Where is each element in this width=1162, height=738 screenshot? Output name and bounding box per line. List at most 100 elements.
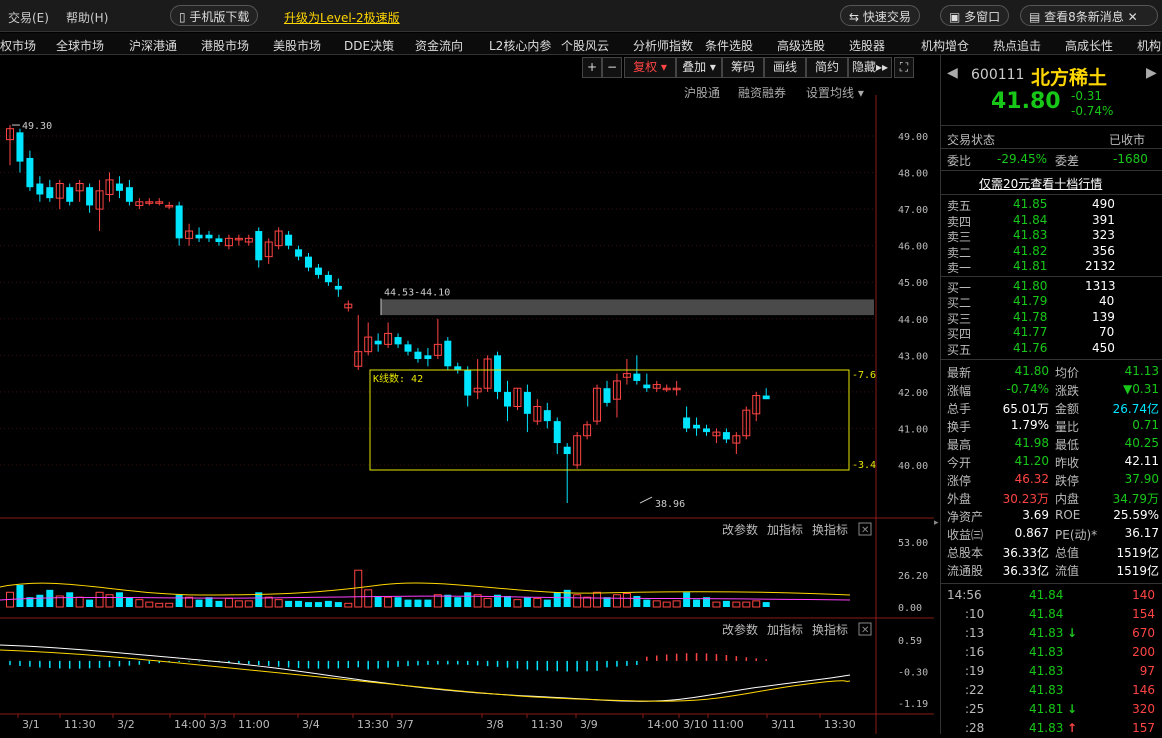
upgrade-link[interactable]: 升级为Level-2极速版: [284, 9, 400, 26]
macd-panel-link-2: 换指标: [812, 622, 848, 637]
volume-bar: [244, 600, 253, 608]
ask-row[interactable]: 卖二 41.82 356: [941, 243, 1162, 260]
nav-item[interactable]: 条件选股: [705, 37, 753, 54]
stat-row: 涨停 46.32 跌停 37.90: [941, 472, 1162, 489]
candle-body: [404, 344, 412, 352]
arrow-down-icon: ↓: [1067, 626, 1078, 640]
candle-body: [494, 355, 502, 392]
level2-promo-link[interactable]: 仅需20元查看十档行情: [979, 175, 1102, 192]
nav-item[interactable]: 美股市场: [273, 37, 321, 54]
nav-item[interactable]: 分析师指数: [633, 37, 693, 54]
volume-ma-yellow: [0, 582, 851, 596]
gap-band: [381, 299, 874, 316]
ask-row[interactable]: 卖一 41.81 2132: [941, 259, 1162, 275]
volume-bar: [693, 599, 701, 607]
zoom-out-button[interactable]: −: [602, 57, 622, 78]
ask-row[interactable]: 卖三 41.83 323: [941, 228, 1162, 244]
bid-label: 买五: [947, 342, 972, 357]
overlay-button[interactable]: 叠加 ▾: [676, 57, 722, 78]
ask-label: 卖四: [947, 214, 972, 229]
ask-volume: 356: [1092, 243, 1115, 258]
high-price-label: 49.30: [22, 121, 52, 132]
ma-settings-link[interactable]: 设置均线 ▾: [806, 84, 864, 101]
nav-item[interactable]: DDE决策: [344, 37, 394, 54]
nav-item[interactable]: 高级选股: [777, 37, 825, 54]
stat-row: 净资产 3.69 ROE 25.59%: [941, 508, 1162, 525]
multi-window-button[interactable]: ▣ 多窗口: [940, 5, 1010, 26]
nav-item[interactable]: 权市场: [0, 37, 36, 54]
nav-item[interactable]: 港股市场: [201, 37, 249, 54]
nav-item[interactable]: L2核心内参: [489, 37, 551, 54]
time-axis-label: 3/4: [302, 718, 320, 731]
mobile-download-button[interactable]: ▯ 手机版下载: [170, 5, 259, 26]
hide-button[interactable]: 隐藏▸▸: [848, 57, 892, 78]
bid-row[interactable]: 买二 41.79 40: [941, 294, 1162, 310]
hgt-link[interactable]: 沪股通: [684, 84, 720, 101]
nav-item[interactable]: 机构增仓: [921, 37, 969, 54]
prev-stock-icon[interactable]: ◀: [947, 65, 958, 81]
menu-trade[interactable]: 交易(E): [8, 9, 49, 26]
nav-item[interactable]: 沪深港通: [129, 37, 177, 54]
macd-panel-link-1: 加指标: [767, 622, 803, 637]
nav-item[interactable]: 全球市场: [56, 37, 104, 54]
draw-button[interactable]: 画线: [764, 57, 806, 78]
chevron-down-icon: ▾: [709, 60, 716, 74]
stat-label: 金额: [1055, 402, 1080, 416]
tick-row: :16 41.83 200: [941, 645, 1162, 662]
tick-volume: 320: [1132, 702, 1155, 716]
volume-bar: [742, 601, 751, 608]
volume-bar: [464, 592, 472, 607]
nav-item[interactable]: 资金流向: [415, 37, 463, 54]
rzrq-link[interactable]: 融资融券: [738, 84, 786, 101]
tick-time: :25: [965, 702, 985, 716]
fuquan-button[interactable]: 复权 ▾: [624, 57, 676, 78]
chips-button[interactable]: 筹码: [722, 57, 764, 78]
collapse-handle-icon[interactable]: ▸: [934, 518, 940, 538]
candle-body: [295, 249, 303, 257]
nav-item[interactable]: 个股风云: [561, 37, 609, 54]
volume-bar: [752, 600, 761, 608]
candle-body: [464, 369, 472, 396]
time-axis-label: 11:30: [64, 718, 96, 731]
mobile-download-label: 手机版下载: [189, 10, 250, 24]
simple-button[interactable]: 简约: [806, 57, 848, 78]
nav-item[interactable]: 选股器: [849, 37, 885, 54]
volume-bar: [364, 589, 373, 608]
candle-body: [255, 231, 263, 261]
fullscreen-icon[interactable]: ⛶: [894, 57, 914, 78]
volume-bar: [354, 569, 363, 608]
close-icon[interactable]: ✕: [1124, 10, 1138, 24]
overlay-label: 叠加: [682, 60, 707, 74]
nav-item[interactable]: 机构: [1137, 37, 1161, 54]
tick-row: :25 41.81 ↓ 320: [941, 702, 1162, 719]
candle-body: [683, 417, 691, 429]
ask-row[interactable]: 卖四 41.84 391: [941, 213, 1162, 229]
stat-label: 换手: [947, 420, 972, 434]
quick-trade-button[interactable]: ⇆ 快速交易: [840, 5, 920, 26]
stat-label: 跌停: [1055, 474, 1080, 488]
quote-panel: ◀ 600111 北方稀土 ▶ 41.80 -0.31 -0.74% 交易状态 …: [940, 55, 1162, 735]
menu-help[interactable]: 帮助(H): [66, 9, 108, 26]
kline-chart[interactable]: 49.00 48.00 47.00 46.00 45.00 44.00 43.00 42.00…: [0, 55, 934, 734]
volume-bar: [643, 599, 651, 607]
volume-bar: [75, 596, 84, 608]
bid-price: 41.79: [1013, 294, 1048, 308]
ask-row[interactable]: 卖五 41.85 490: [941, 197, 1162, 213]
volume-bar: [652, 600, 661, 608]
bid-row[interactable]: 买五 41.76 450: [941, 341, 1162, 357]
double-chevron-right-icon: ▸▸: [875, 60, 889, 74]
nav-item[interactable]: 热点追击: [993, 37, 1041, 54]
news-button[interactable]: ▤ 查看8条新消息 ✕: [1020, 5, 1158, 26]
stat-row: 收益㈢ 0.867 PE(动)* 36.17: [941, 526, 1162, 543]
bid-row[interactable]: 买四 41.77 70: [941, 325, 1162, 341]
next-stock-icon[interactable]: ▶: [1146, 65, 1157, 81]
bid-row[interactable]: 买一 41.80 1313: [941, 278, 1162, 295]
zoom-in-button[interactable]: +: [582, 57, 602, 78]
low-price-label: 38.96: [655, 499, 685, 510]
bid-row[interactable]: 买三 41.78 139: [941, 310, 1162, 326]
tick-volume: 670: [1132, 626, 1155, 640]
macd-panel-link-0: 改参数: [722, 622, 758, 637]
nav-item[interactable]: 高成长性: [1065, 37, 1113, 54]
bid-price: 41.80: [1013, 278, 1048, 293]
volume-bar: [344, 602, 353, 608]
